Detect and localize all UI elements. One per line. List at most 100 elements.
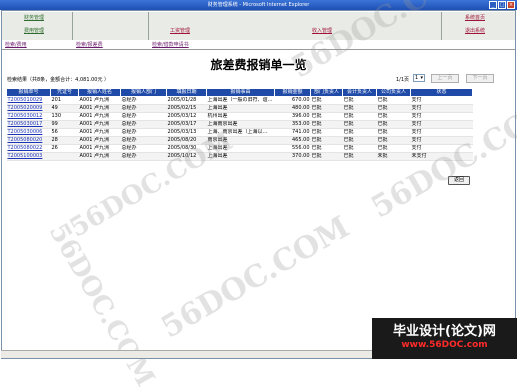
column-header[interactable]: 部门负责人 xyxy=(310,88,343,97)
prev-page-button[interactable]: 上一页 xyxy=(431,74,459,83)
table-cell: A001 卢九洲 xyxy=(78,152,121,161)
table-cell: 已批 xyxy=(376,112,411,121)
window-titlebar: 财务管理系统 - Microsoft Internet Explorer _ □… xyxy=(0,0,517,10)
table-row: T2005080022 26 A001 卢九洲 总经办 2005/08/30 上海出差 55… xyxy=(6,144,473,153)
table-cell: 未批 xyxy=(376,152,411,161)
column-header[interactable]: 报销事由 xyxy=(206,88,275,97)
table-cell: 396.00 xyxy=(274,112,311,121)
table-cell: 已批 xyxy=(376,144,411,153)
table-cell: 2005/01/28 xyxy=(166,96,207,105)
table-cell: 杭州出差 xyxy=(206,112,275,121)
table-cell: 支付 xyxy=(410,96,473,105)
table-cell: 上海出差 xyxy=(206,152,275,161)
table-cell: 支付 xyxy=(410,136,473,145)
table-cell: 总经办 xyxy=(120,128,167,137)
nav-income[interactable]: 收入管理 xyxy=(302,27,342,36)
table-cell: 已批 xyxy=(342,144,377,153)
table-cell: A001 卢九洲 xyxy=(78,104,121,113)
table-cell: 353.00 xyxy=(274,120,311,129)
subnav-search-travel[interactable]: 检索/报差费 xyxy=(76,41,103,48)
maximize-icon[interactable]: □ xyxy=(498,1,506,9)
table-cell: 2005/03/12 xyxy=(166,112,207,121)
expense-id-link[interactable]: T2005030006 xyxy=(6,128,51,137)
table-cell: 已批 xyxy=(376,120,411,129)
page-indicator: 1/1页 xyxy=(396,77,410,83)
column-header[interactable]: 报销单号 xyxy=(6,88,51,97)
table-cell: 已批 xyxy=(342,112,377,121)
subnav-search-loan[interactable]: 检索/借款申请书 xyxy=(152,41,189,48)
table-cell: 支付 xyxy=(410,112,473,121)
sub-nav: 检索/费用 检索/报差费 检索/借款申请书 xyxy=(2,40,515,50)
nav-logout[interactable]: 退出系统 xyxy=(454,27,496,36)
page-select-value: 1 xyxy=(415,75,419,81)
table-cell: 已批 xyxy=(342,152,377,161)
subnav-search-expense[interactable]: 检索/费用 xyxy=(5,41,27,48)
nav-salary[interactable]: 工资管理 xyxy=(160,27,200,36)
table-cell: 支付 xyxy=(410,120,473,129)
table-cell: 上海出差 xyxy=(206,144,275,153)
column-header[interactable]: 状态 xyxy=(410,88,473,97)
table-cell: 670.00 xyxy=(274,96,311,105)
expense-id-link[interactable]: T2005080020 xyxy=(6,136,51,145)
brand-url: www.56DOC.com xyxy=(401,340,488,350)
table-cell: 2005/10/12 xyxy=(166,152,207,161)
expense-id-link[interactable]: T2005080022 xyxy=(6,144,51,153)
column-header[interactable]: 凭证号 xyxy=(50,88,79,97)
column-header[interactable]: 报销金额 xyxy=(274,88,311,97)
table-cell: 2005/08/30 xyxy=(166,144,207,153)
brand-title: 毕业设计(论文)网 xyxy=(393,324,496,339)
table-cell: 已批 xyxy=(376,96,411,105)
table-cell: 已批 xyxy=(310,112,343,121)
table-cell: 130 xyxy=(50,112,79,121)
table-cell: 480.00 xyxy=(274,104,311,113)
column-header[interactable]: 报销人部门 xyxy=(120,88,167,97)
table-cell: 已批 xyxy=(376,136,411,145)
table-cell: 已批 xyxy=(342,128,377,137)
main-nav: 财务管理 系统首页 费用管理 工资管理 收入管理 退出系统 xyxy=(2,12,515,40)
nav-home[interactable]: 系统首页 xyxy=(454,14,496,23)
column-header[interactable]: 报销人姓名 xyxy=(78,88,121,97)
table-row: T2005100003 A001 卢九洲 总经办 2005/10/12 上海出差 370.… xyxy=(6,152,473,161)
table-cell: 556.00 xyxy=(274,144,311,153)
window-title: 财务管理系统 - Microsoft Internet Explorer xyxy=(207,2,310,8)
close-icon[interactable]: × xyxy=(507,1,515,9)
nav-finance[interactable]: 财务管理 xyxy=(14,14,54,23)
table-row: T2005030017 99 A001 卢九洲 总经办 2005/03/17 上海南京出差… xyxy=(6,120,473,129)
table-cell: 总经办 xyxy=(120,96,167,105)
next-page-button[interactable]: 下一页 xyxy=(466,74,494,83)
nav-row-2: 费用管理 工资管理 收入管理 退出系统 xyxy=(2,27,515,36)
site-brand-logo: 毕业设计(论文)网 www.56DOC.com xyxy=(372,318,517,359)
table-cell: 已批 xyxy=(310,120,343,129)
table-cell: 已批 xyxy=(310,104,343,113)
page-select[interactable]: 1 ▾ xyxy=(413,74,425,82)
expense-id-link[interactable]: T2005010029 xyxy=(6,96,51,105)
expense-id-link[interactable]: T2005100003 xyxy=(6,152,51,161)
minimize-icon[interactable]: _ xyxy=(489,1,497,9)
return-button[interactable]: 返回 xyxy=(448,176,470,185)
table-cell: 56 xyxy=(50,128,79,137)
table-cell: 99 xyxy=(50,120,79,129)
expense-id-link[interactable]: T2005020009 xyxy=(6,104,51,113)
nav-expense[interactable]: 费用管理 xyxy=(14,27,54,36)
table-cell: 2005/03/17 xyxy=(166,120,207,129)
expense-table: 报销单号 凭证号 报销人姓名 报销人部门 填报日期 报销事由 报销金额 部门负责… xyxy=(6,88,473,161)
table-row: T2005030012 130 A001 卢九洲 总经办 2005/03/12 杭州出差 3… xyxy=(6,112,473,121)
table-cell: A001 卢九洲 xyxy=(78,112,121,121)
table-cell: 已批 xyxy=(310,144,343,153)
table-cell: 2005/08/20 xyxy=(166,136,207,145)
column-header[interactable]: 会计负责人 xyxy=(342,88,377,97)
search-summary: 检索结果（共8条，金额合计：4,081.00元 ） xyxy=(7,77,110,83)
table-cell: 已批 xyxy=(342,120,377,129)
column-header[interactable]: 公司负责人 xyxy=(376,88,411,97)
expense-id-link[interactable]: T2005030017 xyxy=(6,120,51,129)
expense-id-link[interactable]: T2005030012 xyxy=(6,112,51,121)
table-cell: 支付 xyxy=(410,144,473,153)
column-header[interactable]: 填报日期 xyxy=(166,88,207,97)
table-cell: 上海出差 xyxy=(206,104,275,113)
table-cell: 已批 xyxy=(310,136,343,145)
table-cell: 已批 xyxy=(376,128,411,137)
table-cell: 201 xyxy=(50,96,79,105)
table-cell: 总经办 xyxy=(120,120,167,129)
table-cell: 已批 xyxy=(310,152,343,161)
table-cell: 已批 xyxy=(342,136,377,145)
